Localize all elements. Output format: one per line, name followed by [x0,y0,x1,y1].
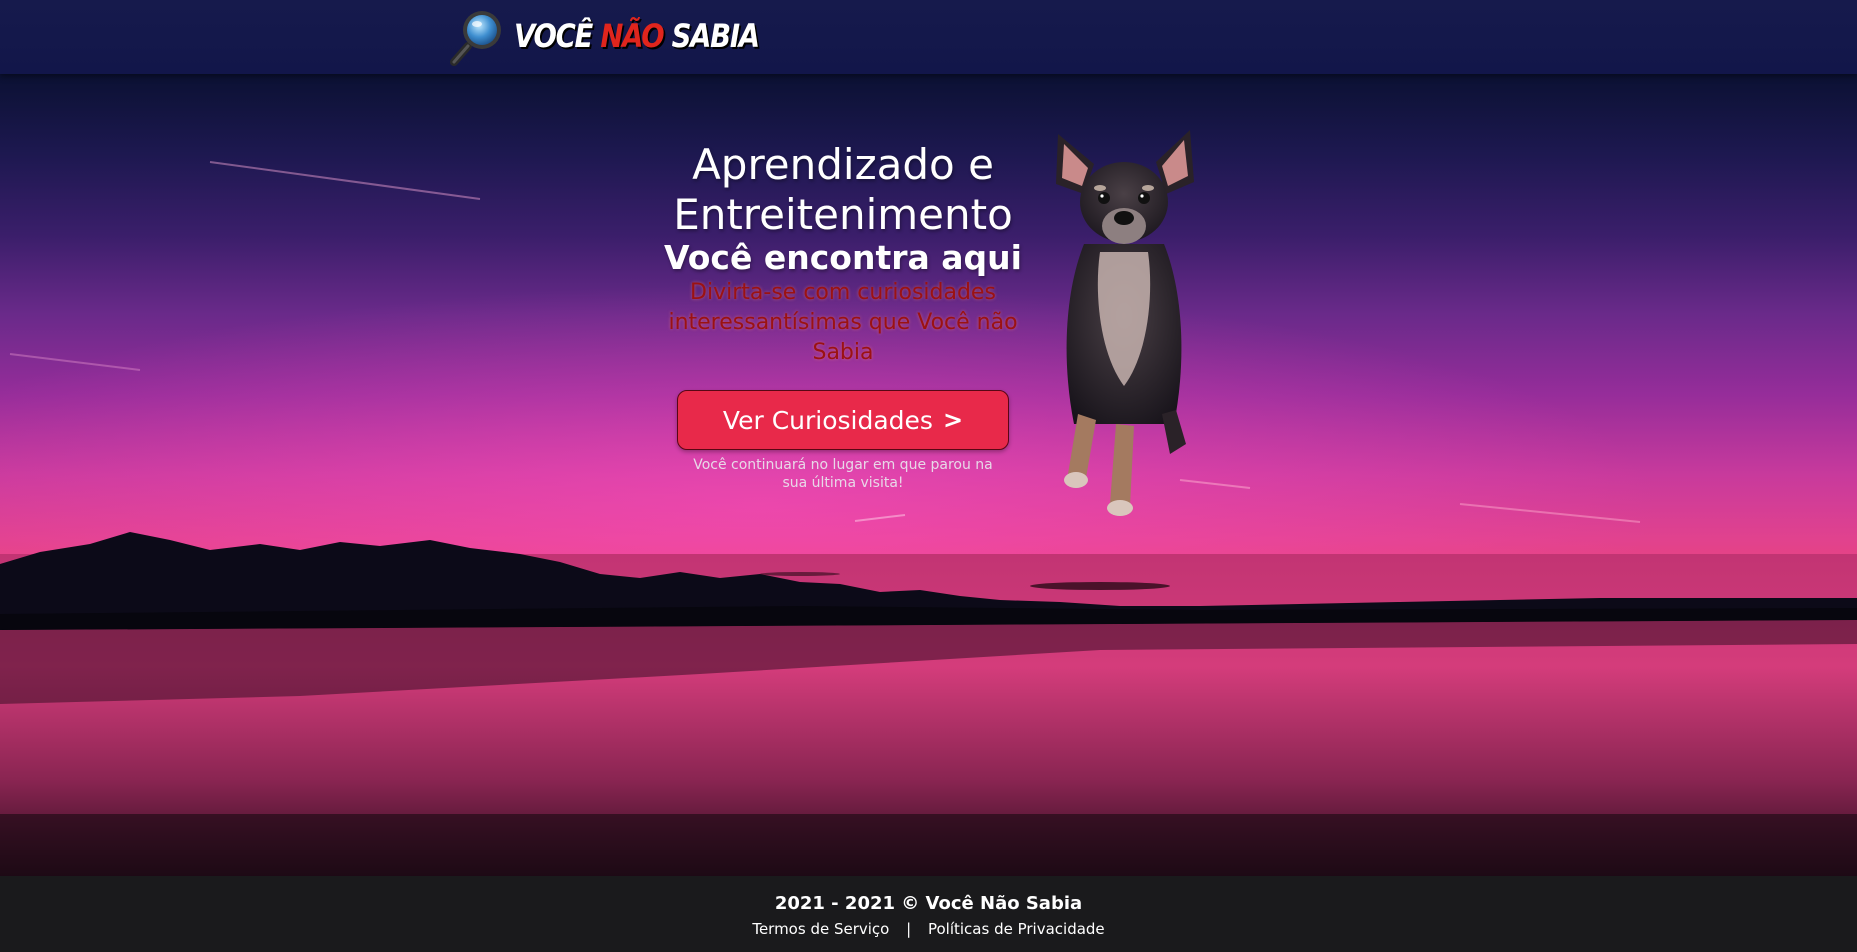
hero-tagline: Divirta-se com curiosidades interessantí… [668,280,1018,365]
chihuahua-dog-image [1056,130,1194,516]
hero-subtitle: Você encontra aqui [664,238,1022,277]
logo-word-3: SABIA [671,17,760,55]
site-footer: 2021 - 2021 © Você Não Sabia Termos de S… [0,876,1857,952]
footer-separator: | [906,920,912,938]
copyright-text: 2021 - 2021 © Você Não Sabia [774,893,1083,914]
cta-label: Ver Curiosidades [722,405,933,435]
footer-links: Termos de Serviço | Políticas de Privaci… [0,920,1857,938]
chevron-right-icon: > [942,406,964,434]
hero-section: Aprendizado e Entreitenimento Você encon… [0,74,1857,876]
resume-note: Você continuará no lugar em que parou na… [693,457,993,491]
terms-of-service-link[interactable]: Termos de Serviço [752,920,889,938]
logo-word-2: NÃO [600,17,664,55]
privacy-policy-link[interactable]: Políticas de Privacidade [928,920,1105,938]
magnifying-glass-icon [450,11,501,66]
site-header: VOCÊ NÃO SABIA [0,0,1857,74]
see-curiosities-button[interactable]: Ver Curiosidades > [677,390,1009,450]
hero-title: Aprendizado e Entreitenimento [673,140,1013,239]
site-logo[interactable]: VOCÊ NÃO SABIA [448,6,799,66]
logo-word-1: VOCÊ [514,17,593,55]
hero-content: Aprendizado e Entreitenimento Você encon… [643,140,1043,492]
logo-wordmark: VOCÊ NÃO SABIA [514,17,760,55]
